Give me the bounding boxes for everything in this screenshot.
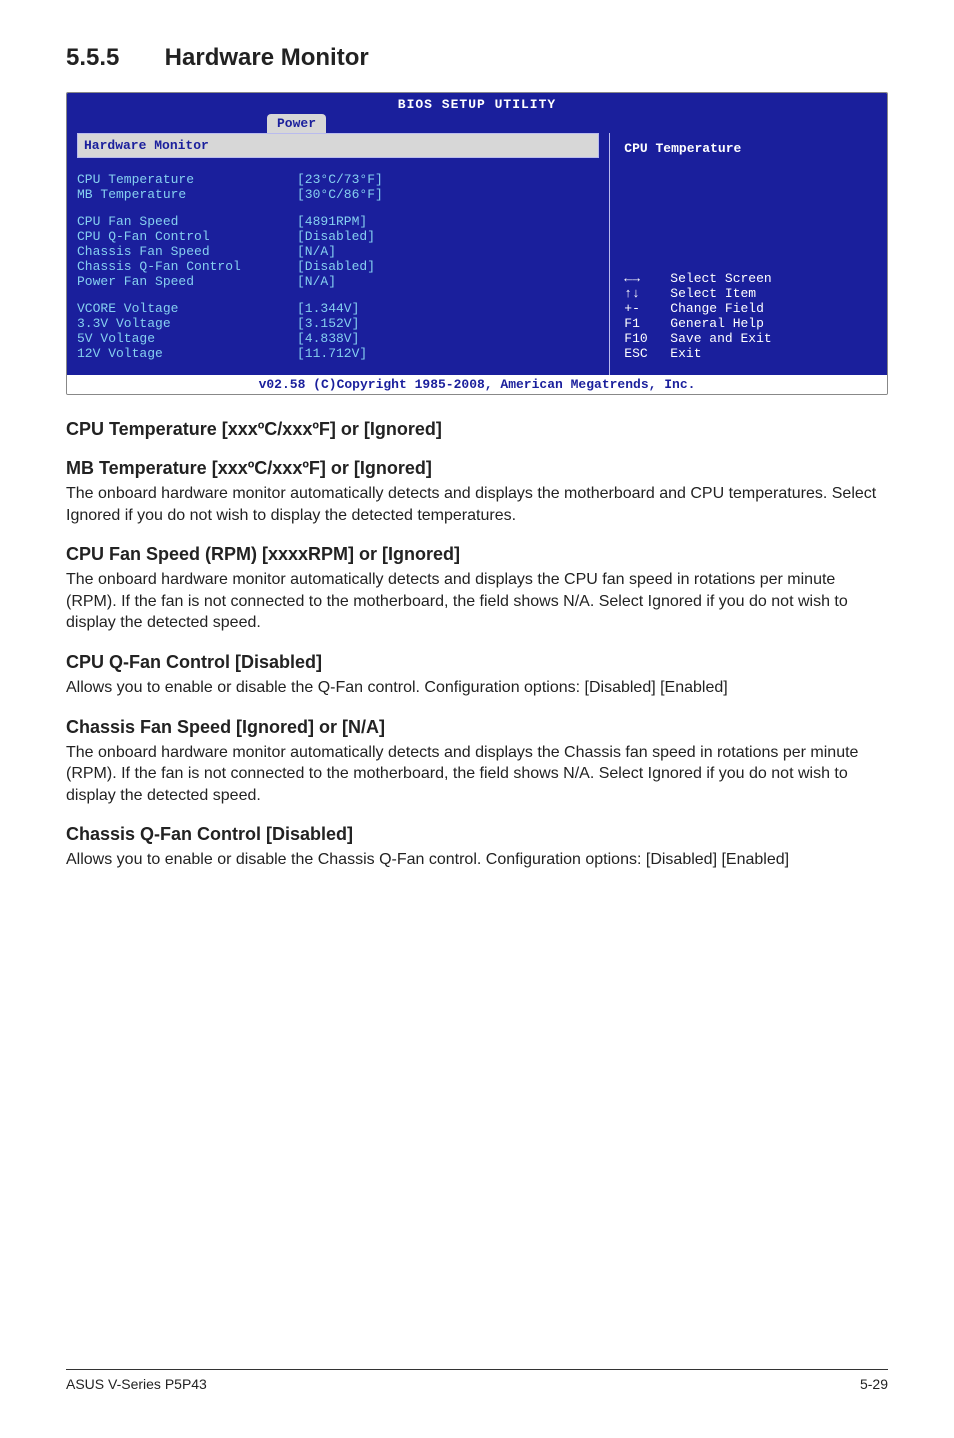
paragraph: Allows you to enable or disable the Q-Fa…	[66, 677, 888, 699]
subheading: MB Temperature [xxxºC/xxxºF] or [Ignored…	[66, 458, 888, 479]
page-footer: ASUS V-Series P5P43 5-29	[66, 1369, 888, 1392]
nav-text: Change Field	[670, 301, 764, 316]
nav-row: F10Save and Exit	[624, 331, 873, 346]
nav-row: Select Screen	[624, 271, 873, 286]
bios-title: BIOS SETUP UTILITY	[67, 93, 887, 114]
paragraph: The onboard hardware monitor automatical…	[66, 483, 888, 526]
paragraph: The onboard hardware monitor automatical…	[66, 569, 888, 634]
row-cpu-qfan[interactable]: CPU Q-Fan Control [Disabled]	[77, 229, 599, 244]
nav-text: Select Screen	[670, 271, 771, 286]
bios-panel-header: Hardware Monitor	[77, 133, 599, 158]
nav-key: F1	[624, 316, 670, 331]
footer-right: 5-29	[860, 1376, 888, 1392]
label: Chassis Q-Fan Control	[77, 259, 297, 274]
nav-key: +-	[624, 301, 670, 316]
nav-row: Select Item	[624, 286, 873, 301]
row-12v[interactable]: 12V Voltage [11.712V]	[77, 346, 599, 361]
subheading: CPU Fan Speed (RPM) [xxxxRPM] or [Ignore…	[66, 544, 888, 565]
footer-left: ASUS V-Series P5P43	[66, 1376, 207, 1392]
subheading: Chassis Q-Fan Control [Disabled]	[66, 824, 888, 845]
bios-help-title: CPU Temperature	[624, 141, 873, 156]
label: CPU Fan Speed	[77, 214, 297, 229]
paragraph: Allows you to enable or disable the Chas…	[66, 849, 888, 871]
label: VCORE Voltage	[77, 301, 297, 316]
bios-right-panel: CPU Temperature Select Screen Select Ite…	[609, 133, 887, 375]
nav-text: Select Item	[670, 286, 756, 301]
value: [11.712V]	[297, 346, 367, 361]
value: [Disabled]	[297, 259, 375, 274]
nav-row: ESCExit	[624, 346, 873, 361]
nav-key: ESC	[624, 346, 670, 361]
value: [1.344V]	[297, 301, 359, 316]
label: 3.3V Voltage	[77, 316, 297, 331]
label: Chassis Fan Speed	[77, 244, 297, 259]
label: MB Temperature	[77, 187, 297, 202]
label: 12V Voltage	[77, 346, 297, 361]
row-power-fan-speed[interactable]: Power Fan Speed [N/A]	[77, 274, 599, 289]
label: CPU Temperature	[77, 172, 297, 187]
bios-nav: Select Screen Select Item +-Change Field…	[624, 271, 873, 361]
section-heading: Hardware Monitor	[165, 44, 369, 71]
value: [30°C/86°F]	[297, 187, 383, 202]
nav-text: Exit	[670, 346, 701, 361]
row-mb-temp[interactable]: MB Temperature [30°C/86°F]	[77, 187, 599, 202]
nav-text: General Help	[670, 316, 764, 331]
row-3v3[interactable]: 3.3V Voltage [3.152V]	[77, 316, 599, 331]
value: [3.152V]	[297, 316, 359, 331]
value: [4.838V]	[297, 331, 359, 346]
value: [Disabled]	[297, 229, 375, 244]
subheading: Chassis Fan Speed [Ignored] or [N/A]	[66, 717, 888, 738]
bios-copyright: v02.58 (C)Copyright 1985-2008, American …	[67, 375, 887, 394]
value: [23°C/73°F]	[297, 172, 383, 187]
label: Power Fan Speed	[77, 274, 297, 289]
bios-window: BIOS SETUP UTILITY Power Hardware Monito…	[66, 92, 888, 395]
arrow-left-right-icon	[624, 271, 670, 286]
value: [N/A]	[297, 244, 336, 259]
row-chassis-fan-speed[interactable]: Chassis Fan Speed [N/A]	[77, 244, 599, 259]
arrow-up-down-icon	[624, 286, 670, 301]
row-cpu-temp[interactable]: CPU Temperature [23°C/73°F]	[77, 172, 599, 187]
bios-tab-row: Power	[67, 114, 887, 133]
paragraph: The onboard hardware monitor automatical…	[66, 742, 888, 807]
value: [4891RPM]	[297, 214, 367, 229]
row-chassis-qfan[interactable]: Chassis Q-Fan Control [Disabled]	[77, 259, 599, 274]
value: [N/A]	[297, 274, 336, 289]
label: 5V Voltage	[77, 331, 297, 346]
nav-row: +-Change Field	[624, 301, 873, 316]
bios-left-panel: Hardware Monitor CPU Temperature [23°C/7…	[67, 133, 609, 375]
subheading: CPU Q-Fan Control [Disabled]	[66, 652, 888, 673]
label: CPU Q-Fan Control	[77, 229, 297, 244]
nav-key: F10	[624, 331, 670, 346]
page-title: 5.5.5 Hardware Monitor	[66, 44, 888, 72]
tab-power[interactable]: Power	[267, 114, 326, 133]
subheading: CPU Temperature [xxxºC/xxxºF] or [Ignore…	[66, 419, 888, 440]
section-number: 5.5.5	[66, 44, 158, 72]
nav-text: Save and Exit	[670, 331, 771, 346]
row-5v[interactable]: 5V Voltage [4.838V]	[77, 331, 599, 346]
row-cpu-fan-speed[interactable]: CPU Fan Speed [4891RPM]	[77, 214, 599, 229]
row-vcore[interactable]: VCORE Voltage [1.344V]	[77, 301, 599, 316]
nav-row: F1General Help	[624, 316, 873, 331]
